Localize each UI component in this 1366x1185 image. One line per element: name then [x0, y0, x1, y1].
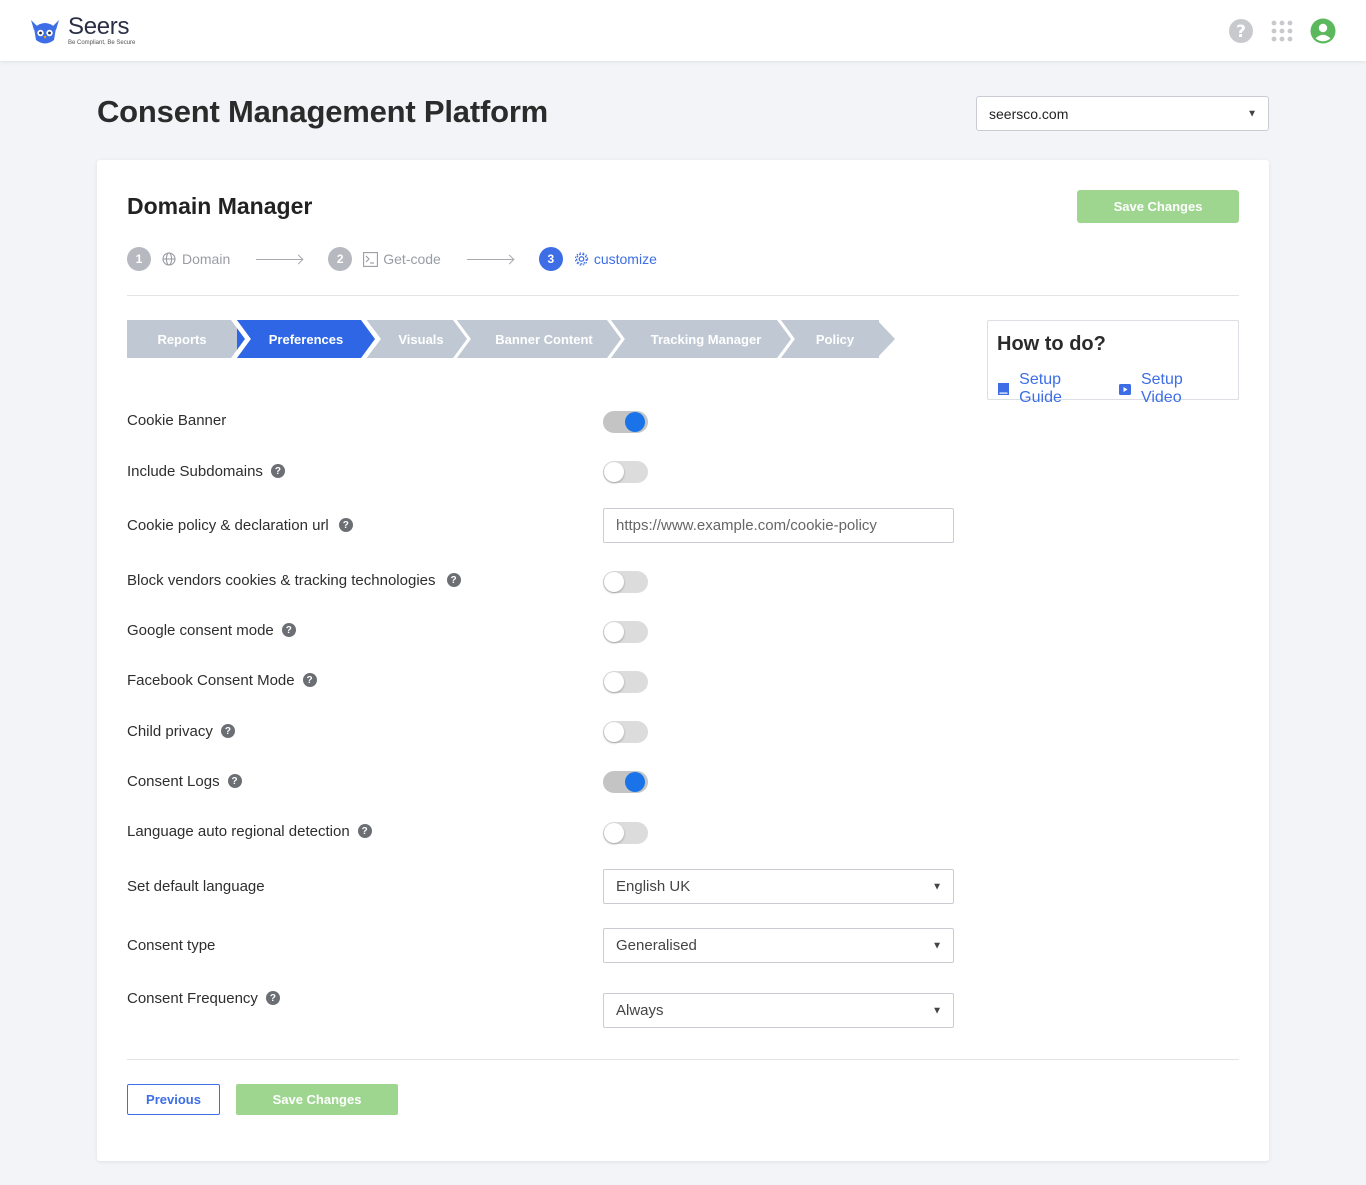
default-language-select[interactable]: English UK ▼ [603, 869, 954, 904]
how-to-box: How to do? Setup Guide Setup Video [987, 320, 1239, 406]
default-language-label: Set default language [127, 877, 265, 895]
tab-policy[interactable]: Policy [791, 320, 879, 358]
how-to-title: How to do? [997, 333, 1106, 355]
svg-text:?: ? [1236, 22, 1246, 42]
consent-type-label: Consent type [127, 936, 216, 954]
facebook-consent-label: Facebook Consent Mode? [127, 669, 317, 691]
tab-chevron [777, 320, 799, 358]
step-number: 2 [328, 247, 353, 271]
block-vendors-toggle[interactable] [603, 571, 648, 593]
card-title: Domain Manager [127, 193, 313, 219]
setup-video-link[interactable]: Setup Video [1118, 371, 1221, 407]
tab-chevron [359, 320, 381, 358]
question-icon[interactable]: ? [338, 518, 353, 532]
question-icon[interactable]: ? [270, 464, 285, 478]
top-navbar: Seers Be Compliant, Be Secure ? [0, 0, 1366, 61]
brand-name: Seers [68, 13, 130, 40]
cookie-banner-toggle[interactable] [603, 411, 648, 433]
step-arrow [256, 258, 303, 260]
cookie-policy-url-input[interactable]: https://www.example.com/cookie-policy [603, 508, 954, 543]
facebook-consent-toggle[interactable] [603, 671, 648, 693]
block-vendors-label: Block vendors cookies & tracking technol… [127, 569, 461, 591]
child-privacy-label: Child privacy? [127, 720, 235, 742]
step-number: 1 [127, 247, 151, 271]
step-label: Get-code [383, 251, 441, 267]
google-consent-toggle[interactable] [603, 621, 648, 643]
terminal-icon [363, 251, 379, 267]
tab-chevron-end [877, 320, 895, 358]
divider [127, 1059, 1239, 1060]
help-icon[interactable]: ? [1228, 18, 1254, 44]
brand-tagline: Be Compliant, Be Secure [68, 40, 136, 46]
chevron-down-icon: ▼ [932, 1005, 942, 1016]
question-icon[interactable]: ? [281, 623, 296, 637]
google-consent-label: Google consent mode? [127, 619, 296, 641]
step-label: Domain [182, 251, 231, 267]
video-play-icon [1118, 383, 1131, 395]
step-number: 3 [538, 247, 563, 271]
language-detection-toggle[interactable] [603, 822, 648, 844]
question-icon[interactable]: ? [357, 824, 372, 838]
setup-guide-link[interactable]: Setup Guide [998, 371, 1102, 407]
chevron-down-icon: ▼ [932, 940, 942, 951]
consent-frequency-value: Always [616, 1002, 664, 1019]
step-domain[interactable]: 1 Domain [127, 247, 230, 271]
chevron-down-icon: ▼ [1247, 108, 1257, 119]
language-detection-label: Language auto regional detection? [127, 820, 372, 842]
page-title: Consent Management Platform [97, 94, 549, 129]
domain-select-value: seersco.com [989, 105, 1069, 122]
consent-type-value: Generalised [616, 937, 697, 954]
tab-chevron [453, 320, 475, 358]
consent-frequency-select[interactable]: Always ▼ [603, 993, 954, 1028]
tab-banner-content[interactable]: Banner Content [467, 320, 621, 358]
stepper: 1 Domain 2 Get-code 3 customize [127, 247, 657, 271]
cookie-policy-url-label: Cookie policy & declaration url? [127, 514, 353, 536]
consent-logs-label: Consent Logs? [127, 770, 242, 792]
consent-frequency-label: Consent Frequency? [127, 987, 280, 1009]
tab-tracking-manager[interactable]: Tracking Manager [621, 320, 791, 358]
tab-reports[interactable]: Reports [127, 320, 237, 358]
question-icon[interactable]: ? [265, 991, 280, 1005]
setup-guide-label: Setup Guide [1019, 371, 1062, 406]
step-customize[interactable]: 3 customize [538, 247, 657, 271]
setup-video-label: Setup Video [1140, 371, 1183, 406]
question-icon[interactable]: ? [302, 673, 317, 687]
gear-icon [574, 252, 589, 267]
default-language-value: English UK [616, 878, 691, 895]
question-icon[interactable]: ? [220, 724, 235, 738]
user-avatar-icon[interactable] [1310, 18, 1336, 44]
child-privacy-toggle[interactable] [603, 721, 648, 743]
divider [127, 295, 1239, 296]
cookie-banner-label: Cookie Banner [127, 411, 227, 429]
consent-type-select[interactable]: Generalised ▼ [603, 928, 954, 963]
chevron-down-icon: ▼ [932, 881, 942, 892]
save-changes-button-bottom[interactable]: Save Changes [236, 1084, 398, 1115]
apps-grid-icon[interactable] [1269, 18, 1295, 44]
tab-chevron [231, 320, 253, 358]
domain-select[interactable]: seersco.com ▼ [976, 96, 1269, 131]
owl-logo-icon [31, 20, 59, 44]
question-icon[interactable]: ? [227, 774, 242, 788]
book-icon [998, 383, 1009, 395]
consent-logs-toggle[interactable] [603, 771, 648, 793]
save-changes-button-top[interactable]: Save Changes [1077, 190, 1239, 223]
tab-chevron [607, 320, 629, 358]
globe-icon [162, 252, 177, 267]
tab-preferences[interactable]: Preferences [237, 320, 375, 358]
include-subdomains-toggle[interactable] [603, 461, 648, 483]
seers-logo[interactable]: Seers Be Compliant, Be Secure [28, 14, 135, 48]
domain-manager-card: Domain Manager Save Changes 1 Domain 2 G… [97, 160, 1269, 1161]
step-label: customize [593, 251, 657, 267]
previous-button[interactable]: Previous [127, 1084, 220, 1115]
question-icon[interactable]: ? [446, 573, 461, 587]
include-subdomains-label: Include Subdomains? [127, 460, 285, 482]
step-get-code[interactable]: 2 Get-code [328, 247, 441, 271]
step-arrow [466, 258, 513, 260]
